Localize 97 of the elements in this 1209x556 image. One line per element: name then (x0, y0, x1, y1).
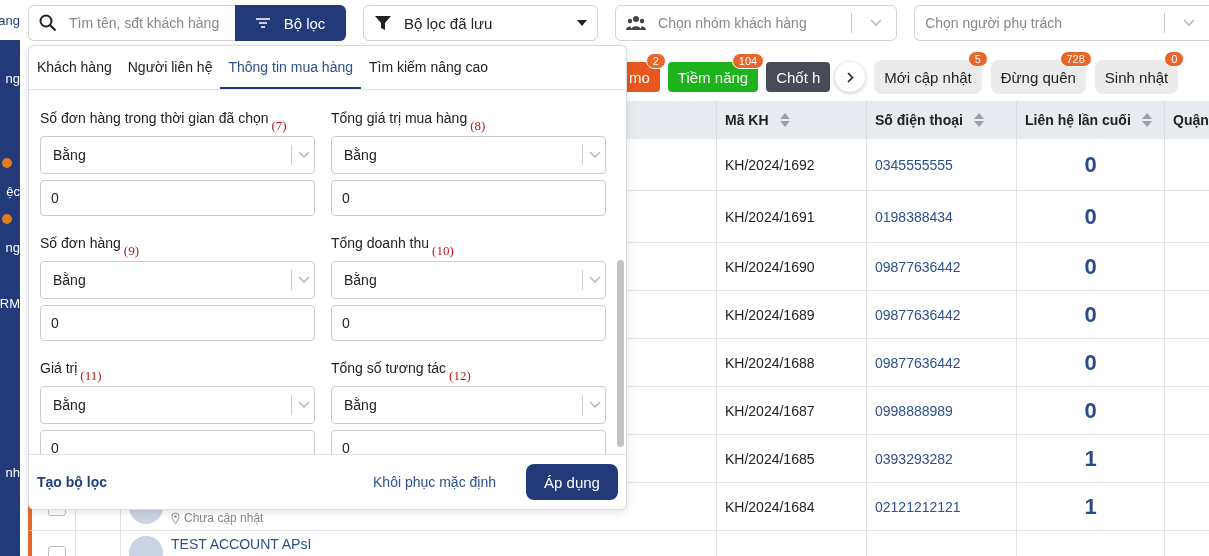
nav-item[interactable]: ng (5, 239, 20, 255)
value-field[interactable]: 0 (331, 180, 606, 216)
last-contact-count: 1 (1084, 493, 1097, 520)
count-badge: 728 (1059, 51, 1092, 67)
owner-select[interactable]: Chọn người phụ trách (914, 5, 1209, 41)
annotation-number: (8) (470, 118, 486, 134)
field-label: Tổng giá trị mua hàng (331, 110, 468, 126)
create-filter-link[interactable]: Tạo bộ lọc (37, 474, 358, 490)
column-header[interactable]: Liên hệ lần cuối (1025, 112, 1131, 128)
filter-button[interactable]: Bộ lọc (235, 5, 346, 41)
nav-item[interactable]: ng (5, 70, 20, 86)
filter-tab[interactable]: Khách hàng (29, 46, 120, 89)
chevron-down-icon (1183, 19, 1195, 27)
operator-select[interactable]: Bằng (40, 386, 315, 424)
operator-select[interactable]: Bằng (40, 261, 315, 299)
last-contact-count: 0 (1084, 151, 1097, 178)
chevron-down-icon (298, 401, 310, 409)
nav-item[interactable]: RM (0, 295, 20, 311)
address-text: Chưa cập nhật (184, 511, 264, 525)
saved-filter-dropdown[interactable]: Bộ lọc đã lưu (363, 5, 598, 41)
column-header[interactable]: Số điện thoại (875, 112, 963, 128)
phone-link[interactable]: 09877636442 (875, 354, 961, 371)
chevron-down-icon (589, 401, 601, 409)
chevron-right-icon (846, 71, 854, 83)
annotation-number: (10) (432, 243, 454, 259)
sort-icon[interactable] (778, 112, 791, 128)
phone-link[interactable]: 0345555555 (875, 156, 953, 173)
annotation-number: (11) (80, 368, 102, 384)
value-field[interactable]: 0 (331, 305, 606, 341)
annotation-number: (12) (449, 368, 471, 384)
last-contact-count: 0 (1084, 349, 1097, 376)
phone-link[interactable]: 02121212121 (875, 498, 961, 515)
people-icon (626, 15, 646, 31)
operator-select[interactable]: Bằng (331, 136, 606, 174)
field-label: Tổng doanh thu (331, 235, 430, 251)
customer-code: KH/2024/1691 (725, 208, 815, 225)
chevron-down-icon (589, 276, 601, 284)
search-icon (39, 14, 57, 32)
nav-item[interactable]: nh (5, 464, 20, 480)
field-label: Số đơn hàng (40, 235, 121, 251)
sort-icon[interactable] (1140, 112, 1153, 128)
search-field[interactable]: Tìm tên, sđt khách hàng (28, 5, 235, 41)
operator-select[interactable]: Bằng (40, 136, 315, 174)
count-badge: 104 (731, 53, 765, 69)
customer-code: KH/2024/1688 (725, 354, 815, 371)
sort-icon[interactable] (972, 112, 985, 128)
customer-code: KH/2024/1690 (725, 258, 815, 275)
operator-select[interactable]: Bằng (331, 261, 606, 299)
chevron-down-icon (298, 151, 310, 159)
filter-tab[interactable]: Thông tin mua hàng (220, 46, 361, 89)
filter-icon (255, 18, 270, 28)
location-pin-icon (171, 512, 180, 524)
caret-icon (577, 20, 587, 26)
customer-code: KH/2024/1692 (725, 156, 815, 173)
phone-link[interactable]: 09877636442 (875, 258, 961, 275)
customer-code: KH/2024/1687 (725, 402, 815, 419)
value-field[interactable]: 0 (40, 180, 315, 216)
annotation-number: (9) (123, 243, 139, 259)
customer-code: KH/2024/1685 (725, 450, 815, 467)
last-contact-count: 0 (1084, 253, 1097, 280)
reset-button[interactable]: Khôi phục mặc định (367, 473, 502, 491)
value-field[interactable]: 0 (331, 430, 606, 454)
field-label: Giá trị (40, 360, 78, 376)
apply-button[interactable]: Áp dụng (526, 464, 618, 500)
phone-link[interactable]: 09877636442 (875, 306, 961, 323)
customer-name[interactable]: TEST ACCOUNT APsI (171, 536, 312, 552)
phone-link[interactable]: 0198388434 (875, 208, 953, 225)
phone-link[interactable]: 0998888989 (875, 402, 953, 419)
count-badge: 2 (645, 53, 666, 69)
annotation-number: (7) (271, 118, 287, 134)
nav-item[interactable]: ệc (6, 183, 20, 199)
last-contact-count: 0 (1084, 397, 1097, 424)
group-select[interactable]: Chọn nhóm khách hàng (615, 5, 898, 41)
chevron-down-icon (870, 19, 883, 27)
phone-link[interactable]: 0393293282 (875, 450, 953, 467)
column-header[interactable]: Mã KH (725, 112, 769, 128)
value-field[interactable]: 0 (40, 305, 315, 341)
last-contact-count: 1 (1084, 445, 1097, 472)
count-badge: 5 (967, 51, 988, 67)
count-badge: 0 (1164, 51, 1185, 67)
scroll-right-button[interactable] (835, 62, 866, 92)
chevron-down-icon (298, 276, 310, 284)
status-tag[interactable]: Chốt h (766, 62, 831, 92)
operator-select[interactable]: Bằng (331, 386, 606, 424)
field-label: Tổng số tương tác (331, 360, 447, 376)
filter-tab[interactable]: Tìm kiếm nâng cao (361, 46, 497, 89)
filter-tab[interactable]: Người liên hệ (119, 46, 221, 89)
value-field[interactable]: 0 (40, 430, 315, 454)
last-contact-count: 0 (1084, 301, 1097, 328)
scrollbar-thumb[interactable] (617, 260, 624, 447)
column-header[interactable]: Quận (1173, 112, 1209, 128)
field-label: Số đơn hàng trong thời gian đã chọn (40, 110, 269, 126)
customer-code: KH/2024/1689 (725, 306, 815, 323)
funnel-icon (374, 14, 392, 32)
chevron-down-icon (589, 151, 601, 159)
customer-code: KH/2024/1684 (725, 498, 815, 515)
last-contact-count: 0 (1084, 203, 1097, 230)
